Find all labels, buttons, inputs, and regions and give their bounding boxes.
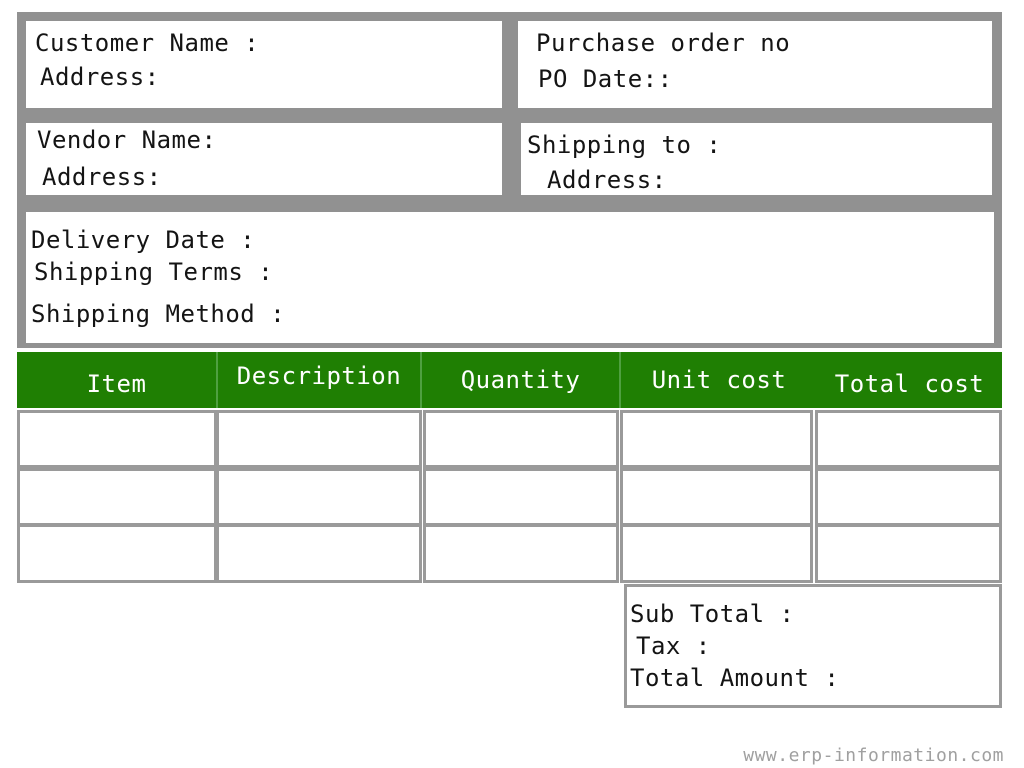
vendor-address-label: Address: xyxy=(42,163,162,191)
table-cell-quantity xyxy=(423,524,619,583)
tax-label: Tax : xyxy=(636,632,711,660)
shipping-method-label: Shipping Method : xyxy=(31,300,286,328)
table-cell-unit-cost xyxy=(620,468,813,526)
vendor-name-label: Vendor Name: xyxy=(37,126,217,154)
column-header-unit-cost: Unit cost xyxy=(651,366,787,394)
table-cell-description xyxy=(216,524,422,583)
po-number-label: Purchase order no xyxy=(536,29,791,57)
table-cell-unit-cost xyxy=(620,410,813,468)
delivery-date-label: Delivery Date : xyxy=(31,226,256,254)
table-cell-description xyxy=(216,410,422,468)
shipping-terms-label: Shipping Terms : xyxy=(34,258,274,286)
table-cell-item xyxy=(17,410,217,468)
watermark: www.erp-information.com xyxy=(743,745,1004,766)
table-cell-quantity xyxy=(423,468,619,526)
sub-total-label: Sub Total : xyxy=(630,600,795,628)
customer-address-label: Address: xyxy=(40,63,160,91)
table-cell-total-cost xyxy=(815,468,1002,526)
column-header-item: Item xyxy=(86,370,147,398)
table-cell-total-cost xyxy=(815,410,1002,468)
po-date-label: PO Date:: xyxy=(538,65,673,93)
purchase-order-form: Customer Name : Address: Purchase order … xyxy=(0,0,1024,768)
column-header-total-cost: Total cost xyxy=(834,370,985,398)
table-cell-total-cost xyxy=(815,524,1002,583)
column-header-quantity: Quantity xyxy=(460,366,581,394)
shipping-address-label: Address: xyxy=(547,166,667,194)
table-cell-quantity xyxy=(423,410,619,468)
table-cell-item xyxy=(17,468,217,526)
table-cell-item xyxy=(17,524,217,583)
table-cell-description xyxy=(216,468,422,526)
customer-name-label: Customer Name : xyxy=(35,29,260,57)
column-header-description: Description xyxy=(236,362,402,390)
shipping-to-label: Shipping to : xyxy=(527,131,722,159)
total-amount-label: Total Amount : xyxy=(630,664,840,692)
table-cell-unit-cost xyxy=(620,524,813,583)
